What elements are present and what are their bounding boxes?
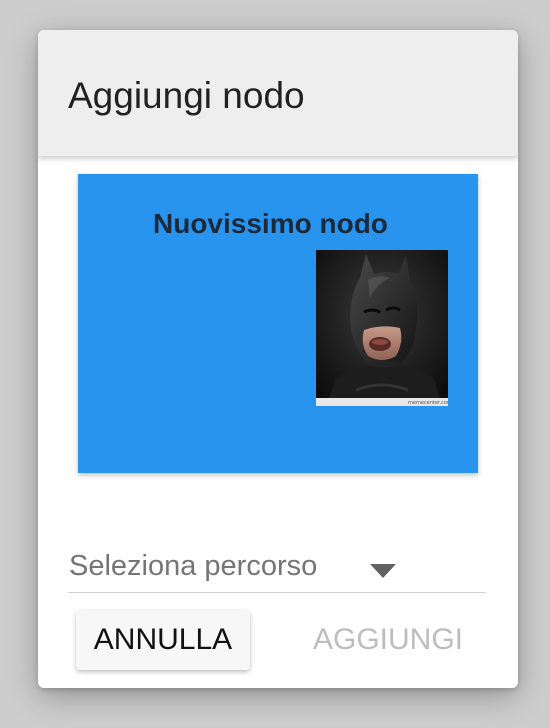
cancel-button[interactable]: ANNULLA: [76, 610, 250, 670]
dialog-header: Aggiungi nodo: [38, 30, 518, 156]
path-select-placeholder: Seleziona percorso: [69, 550, 318, 582]
dropdown-arrow-icon: [370, 564, 396, 578]
batman-image-icon: memecenter.com: [316, 250, 452, 406]
node-preview-card: Nuovissimo nodo memecenter.com: [78, 174, 478, 473]
path-select-dropdown[interactable]: Seleziona percorso: [68, 536, 486, 593]
svg-text:memecenter.com: memecenter.com: [408, 400, 448, 406]
dialog-title: Aggiungi nodo: [68, 75, 305, 116]
add-node-dialog: Aggiungi nodo Nuovissimo nodo memecenter…: [38, 30, 518, 688]
node-preview-image: memecenter.com: [316, 250, 452, 406]
node-preview-title: Nuovissimo nodo: [153, 208, 388, 239]
add-button[interactable]: AGGIUNGI: [296, 610, 480, 670]
